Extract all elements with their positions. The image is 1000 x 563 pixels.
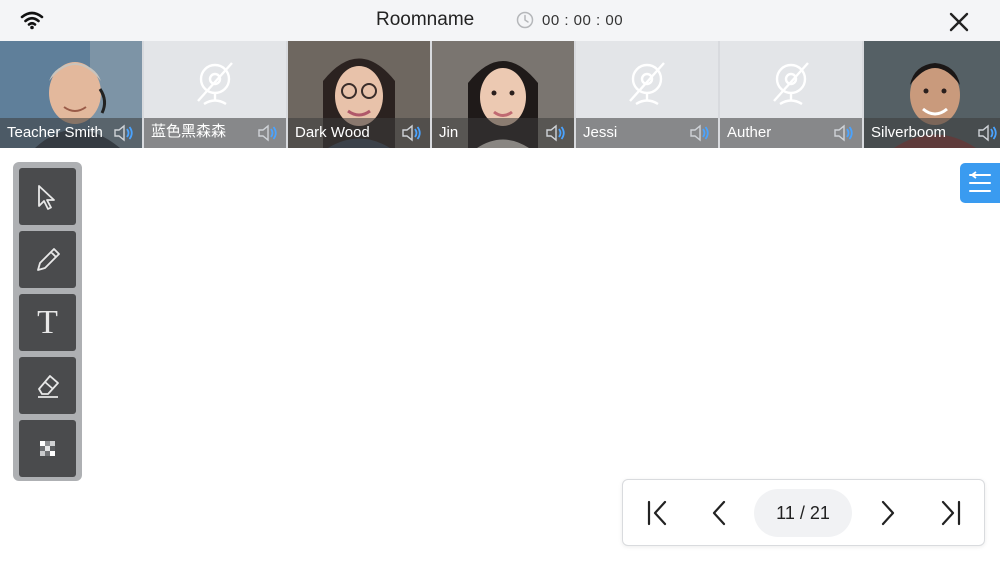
room-title: Roomname — [376, 9, 475, 30]
top-bar: Roomname 00 : 00 : 00 — [0, 0, 1000, 41]
mosaic-icon — [39, 440, 55, 456]
speaker-icon — [690, 124, 709, 142]
wifi-icon — [20, 11, 44, 30]
timer-text: 00 : 00 : 00 — [542, 11, 624, 29]
camera-off-icon — [773, 62, 809, 106]
participant-name: Jessi — [583, 124, 618, 141]
last-page-icon[interactable] — [935, 498, 965, 528]
first-page-icon[interactable] — [643, 498, 673, 528]
pencil-icon — [36, 247, 60, 271]
collapse-menu-icon — [969, 171, 991, 192]
mosaic-tool-button[interactable] — [19, 420, 76, 477]
camera-off-icon — [629, 62, 665, 106]
page-navigator: 11 / 21 — [622, 479, 985, 546]
next-page-icon[interactable] — [872, 498, 902, 528]
camera-off-icon — [197, 62, 233, 106]
speaker-icon — [114, 124, 133, 142]
speaker-icon — [834, 124, 853, 142]
page-indicator: 11 / 21 — [754, 489, 852, 537]
speaker-icon — [402, 124, 421, 142]
participant-name: 蓝色黑森森 — [151, 123, 227, 140]
pen-tool-button[interactable] — [19, 231, 76, 288]
select-tool-button[interactable] — [19, 168, 76, 225]
eraser-tool-button[interactable] — [19, 357, 76, 414]
speaker-icon — [978, 124, 997, 142]
participant-tile[interactable]: 蓝色黑森森 — [144, 41, 286, 148]
participant-name: Jin — [439, 124, 459, 141]
participant-tile[interactable]: Jin — [432, 41, 574, 148]
participant-tile[interactable]: Auther — [720, 41, 862, 148]
participant-tile[interactable]: Jessi — [576, 41, 718, 148]
close-icon[interactable] — [946, 9, 972, 35]
participant-name: Auther — [727, 124, 772, 141]
session-timer: 00 : 00 : 00 — [516, 11, 623, 29]
participant-tile[interactable]: Dark Wood — [288, 41, 430, 148]
participant-strip: Teacher Smith 蓝色黑森森 Dark Wood Jin Jessi … — [0, 41, 1000, 148]
drawing-toolbar: T — [13, 162, 82, 481]
eraser-icon — [37, 374, 59, 398]
speaker-icon — [546, 124, 565, 142]
participant-name: Silverboom — [871, 124, 947, 141]
text-tool-button[interactable]: T — [19, 294, 76, 351]
cursor-arrow-icon — [37, 184, 55, 210]
participant-tile[interactable]: Silverboom — [864, 41, 1000, 148]
participant-tile[interactable]: Teacher Smith — [0, 41, 142, 148]
speaker-icon — [258, 124, 277, 142]
participant-name: Teacher Smith — [7, 124, 103, 141]
prev-page-icon[interactable] — [705, 498, 735, 528]
participant-name: Dark Wood — [295, 124, 370, 141]
side-menu-button[interactable] — [960, 163, 1000, 203]
clock-icon — [516, 11, 534, 29]
text-tool-icon: T — [37, 303, 58, 341]
